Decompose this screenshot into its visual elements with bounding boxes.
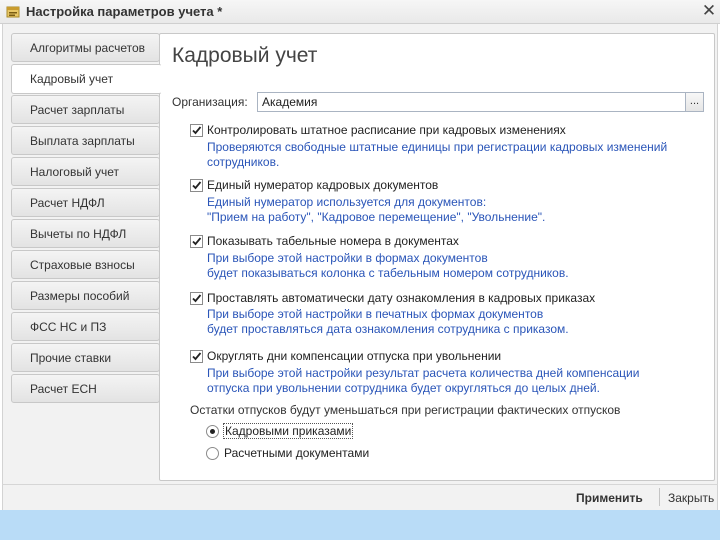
option-label-staff-schedule-control[interactable]: Контролировать штатное расписание при ка… <box>207 123 566 137</box>
option-hint: будет показываться колонка с табельным н… <box>207 266 569 280</box>
tab-tax-accounting[interactable]: Налоговый учет <box>11 157 160 186</box>
checkbox-single-numerator[interactable] <box>190 179 203 192</box>
radio-label-payroll-documents[interactable]: Расчетными документами <box>224 446 369 460</box>
settings-window-icon <box>6 6 20 18</box>
checkbox-show-personnel-numbers[interactable] <box>190 235 203 248</box>
page-title: Кадровый учет <box>172 44 318 67</box>
vacation-balance-label: Остатки отпусков будут уменьшаться при р… <box>190 403 621 417</box>
checkbox-round-compensation-days[interactable] <box>190 350 203 363</box>
checkmark-icon <box>192 237 202 246</box>
tab-esn-calc[interactable]: Расчет ЕСН <box>11 374 160 403</box>
checkbox-auto-acquaintance-date[interactable] <box>190 292 203 305</box>
option-label-round-compensation-days[interactable]: Округлять дни компенсации отпуска при ув… <box>207 349 501 363</box>
option-hint: будет проставляться дата ознакомления со… <box>207 322 569 336</box>
tab-ndfl-calc[interactable]: Расчет НДФЛ <box>11 188 160 217</box>
option-hint: При выборе этой настройки результат расч… <box>207 366 640 380</box>
option-hint: "Прием на работу", "Кадровое перемещение… <box>207 210 546 224</box>
tab-insurance-contributions[interactable]: Страховые взносы <box>11 250 160 279</box>
footer-band <box>0 510 720 540</box>
window-close-icon[interactable]: ✕ <box>701 2 717 19</box>
option-hint: При выборе этой настройки в печатных фор… <box>207 307 544 321</box>
tab-benefit-amounts[interactable]: Размеры пособий <box>11 281 160 310</box>
option-hint: сотрудников. <box>207 155 280 169</box>
option-hint: Единый нумератор используется для докуме… <box>207 195 487 209</box>
option-label-auto-acquaintance-date[interactable]: Проставлять автоматически дату ознакомле… <box>207 291 595 305</box>
tab-hr-accounting[interactable]: Кадровый учет <box>11 64 162 94</box>
radio-selected-dot <box>210 429 215 434</box>
checkmark-icon <box>192 181 202 190</box>
option-hint: Проверяются свободные штатные единицы пр… <box>207 140 668 154</box>
close-button[interactable]: Закрыть <box>668 491 714 505</box>
tab-other-rates[interactable]: Прочие ставки <box>11 343 160 372</box>
tab-ndfl-deductions[interactable]: Вычеты по НДФЛ <box>11 219 160 248</box>
checkmark-icon <box>192 126 202 135</box>
tab-payroll-payment[interactable]: Выплата зарплаты <box>11 126 160 155</box>
radio-hr-orders[interactable] <box>206 425 219 438</box>
checkmark-icon <box>192 352 202 361</box>
organization-select-button[interactable]: ... <box>686 92 704 112</box>
window-title: Настройка параметров учета * <box>26 4 223 19</box>
title-bar: Настройка параметров учета * ✕ <box>0 0 720 24</box>
organization-label: Организация: <box>172 95 248 109</box>
option-hint: отпуска при увольнении сотрудника будет … <box>207 381 600 395</box>
tab-fss-ns-pz[interactable]: ФСС НС и ПЗ <box>11 312 160 341</box>
apply-button[interactable]: Применить <box>576 491 643 505</box>
radio-payroll-documents[interactable] <box>206 447 219 460</box>
option-label-single-numerator[interactable]: Единый нумератор кадровых документов <box>207 178 438 192</box>
checkbox-staff-schedule-control[interactable] <box>190 124 203 137</box>
organization-field[interactable] <box>257 92 686 112</box>
checkmark-icon <box>192 294 202 303</box>
button-divider <box>659 488 660 506</box>
radio-label-hr-orders[interactable]: Кадровыми приказами <box>222 423 354 439</box>
tab-payroll-calc[interactable]: Расчет зарплаты <box>11 95 160 124</box>
option-label-show-personnel-numbers[interactable]: Показывать табельные номера в документах <box>207 234 459 248</box>
tab-algorithms[interactable]: Алгоритмы расчетов <box>11 33 160 62</box>
option-hint: При выборе этой настройки в формах докум… <box>207 251 488 265</box>
